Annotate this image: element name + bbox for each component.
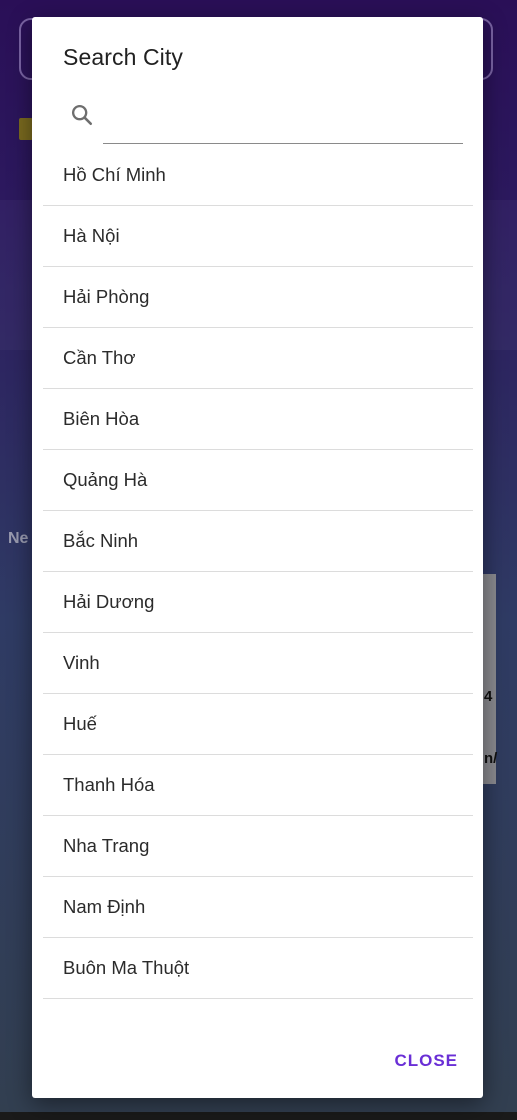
search-icon <box>71 104 93 126</box>
background-card-text-1: 4 <box>484 688 493 705</box>
city-list-item[interactable]: Huế <box>43 694 473 755</box>
city-list-item[interactable]: Hải Phòng <box>43 267 473 328</box>
city-list-item[interactable]: Nha Trang <box>43 816 473 877</box>
city-list-item[interactable]: Nam Định <box>43 877 473 938</box>
city-list-item[interactable]: Biên Hòa <box>43 389 473 450</box>
city-list-item[interactable]: Hải Dương <box>43 572 473 633</box>
city-list-item[interactable]: Hồ Chí Minh <box>43 145 473 206</box>
search-city-dialog: Search City Hồ Chí Minh Hà Nội Hải Phòng Cầ… <box>32 17 483 1098</box>
background-copy-icon <box>19 118 33 140</box>
background-partial-label: Ne <box>8 530 29 547</box>
city-list-item[interactable]: Bắc Ninh <box>43 511 473 572</box>
city-list-item[interactable]: Quảng Hà <box>43 450 473 511</box>
city-list-item[interactable]: Cần Thơ <box>43 328 473 389</box>
search-input[interactable] <box>103 112 463 144</box>
city-list: Hồ Chí Minh Hà Nội Hải Phòng Cần Thơ Biên Hò… <box>43 145 473 999</box>
city-list-item[interactable]: Vinh <box>43 633 473 694</box>
dialog-title: Search City <box>63 44 183 70</box>
city-list-item[interactable]: Thanh Hóa <box>43 755 473 816</box>
city-list-item[interactable]: Buôn Ma Thuột <box>43 938 473 999</box>
city-list-item[interactable]: Hà Nội <box>43 206 473 267</box>
background-card-text-2: n/ <box>484 750 498 767</box>
close-button[interactable]: CLOSE <box>394 1051 458 1071</box>
navigation-bar <box>0 1112 517 1120</box>
